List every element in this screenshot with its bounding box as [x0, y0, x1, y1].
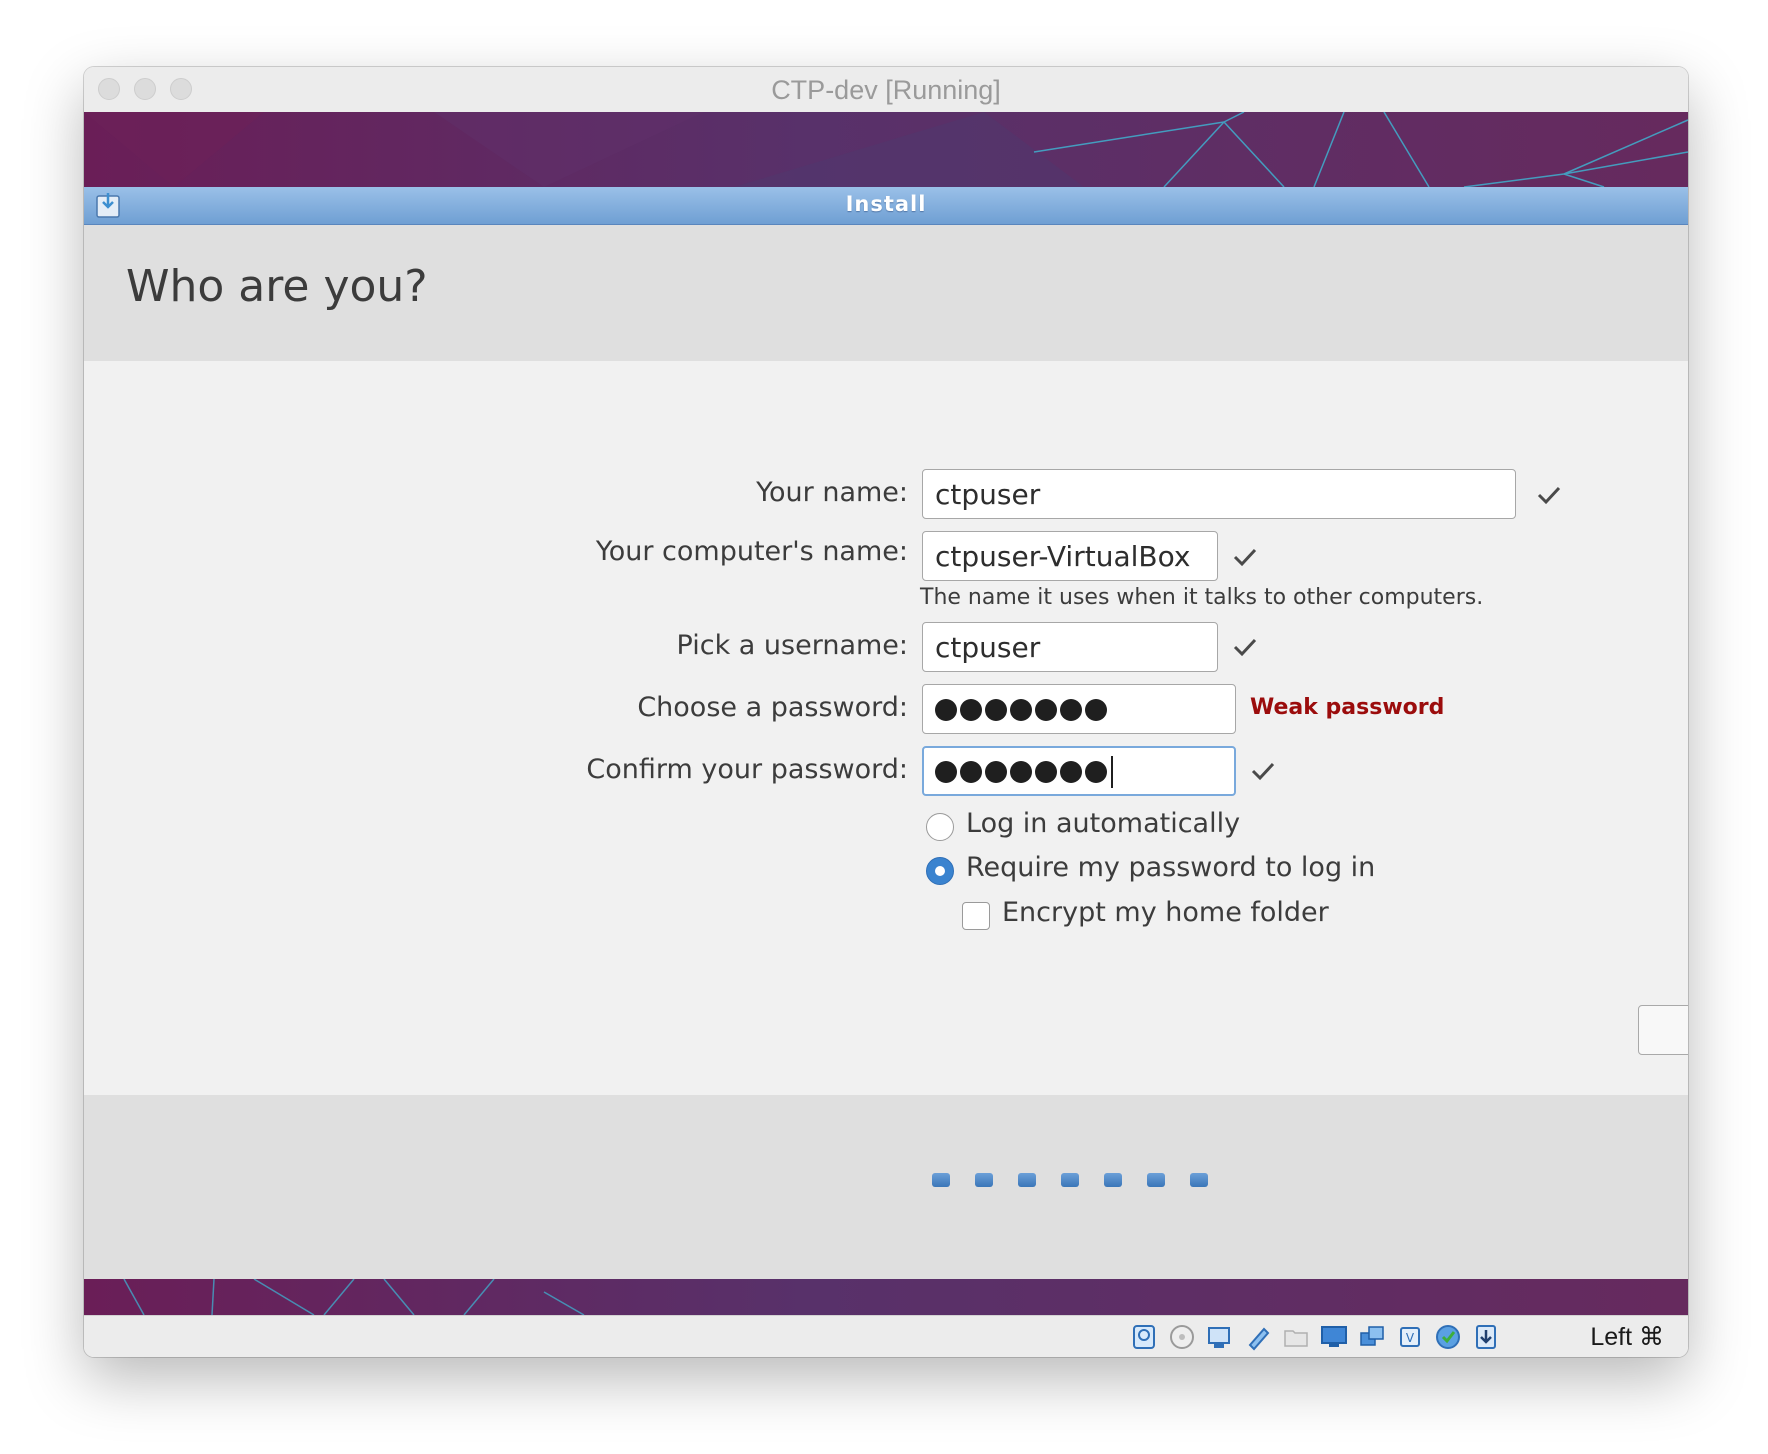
computer-name-label: Your computer's name: — [595, 536, 908, 567]
computer-name-field[interactable]: ctpuser-VirtualBox — [922, 531, 1218, 581]
step-indicator — [932, 1173, 950, 1187]
installer-footer — [84, 1095, 1688, 1279]
computer-name-check-icon — [1233, 548, 1257, 567]
your-name-label: Your name: — [756, 477, 908, 508]
require-password-radio[interactable] — [926, 857, 954, 885]
username-field[interactable]: ctpuser — [922, 622, 1218, 672]
step-indicator — [1018, 1173, 1036, 1187]
step-indicator — [975, 1173, 993, 1187]
login-automatically-radio[interactable] — [926, 813, 954, 841]
cpu-icon[interactable]: V — [1396, 1323, 1424, 1351]
password-strength: Weak password — [1250, 695, 1445, 720]
password-field[interactable] — [922, 684, 1236, 734]
page-header: Who are you? — [84, 225, 1688, 361]
encrypt-home-checkbox[interactable] — [962, 902, 990, 930]
window-titlebar[interactable]: CTP-dev [Running] — [84, 67, 1688, 113]
your-name-field[interactable]: ctpuser — [922, 469, 1516, 519]
username-check-icon — [1233, 638, 1257, 657]
step-indicator — [1147, 1173, 1165, 1187]
password-mask — [935, 696, 1110, 724]
confirm-password-check-icon — [1251, 762, 1275, 781]
confirm-password-label: Confirm your password: — [586, 754, 908, 785]
network-icon[interactable] — [1358, 1323, 1386, 1351]
vm-window: CTP-dev [Running] Install Who are you? Y… — [84, 67, 1688, 1357]
username-label: Pick a username: — [676, 630, 908, 661]
require-password-label[interactable]: Require my password to log in — [966, 852, 1375, 883]
login-automatically-label[interactable]: Log in automatically — [966, 808, 1240, 839]
confirm-password-field[interactable] — [922, 746, 1236, 796]
vm-display[interactable]: Install Who are you? Your name: ctpuser … — [84, 112, 1688, 1315]
window-title: CTP-dev [Running] — [771, 75, 1001, 105]
host-key-indicator: Left ⌘ — [1590, 1323, 1664, 1351]
video-capture-icon[interactable] — [1434, 1323, 1462, 1351]
mouse-integration-icon[interactable] — [1472, 1323, 1500, 1351]
confirm-password-mask — [935, 756, 1113, 788]
text-caret — [1111, 756, 1113, 788]
vm-statusbar: V Left ⌘ — [84, 1315, 1688, 1357]
your-name-check-icon — [1537, 486, 1561, 505]
encrypt-home-label[interactable]: Encrypt my home folder — [1002, 897, 1329, 928]
shared-folders-icon[interactable] — [1282, 1323, 1310, 1351]
audio-icon[interactable] — [1206, 1323, 1234, 1351]
continue-button[interactable] — [1638, 1005, 1688, 1055]
password-label: Choose a password: — [637, 692, 908, 723]
svg-text:V: V — [1406, 1331, 1415, 1345]
usb-icon[interactable] — [1244, 1323, 1272, 1351]
step-indicator — [1190, 1173, 1208, 1187]
install-dialog: Install Who are you? Your name: ctpuser … — [84, 187, 1688, 1279]
step-indicator — [1061, 1173, 1079, 1187]
install-titlebar[interactable]: Install — [84, 187, 1688, 225]
install-title: Install — [845, 192, 927, 216]
display-icon[interactable] — [1320, 1323, 1348, 1351]
computer-name-hint: The name it uses when it talks to other … — [920, 585, 1484, 610]
hard-disk-icon[interactable] — [1130, 1323, 1158, 1351]
step-indicator — [1104, 1173, 1122, 1187]
page-title: Who are you? — [126, 261, 428, 312]
optical-drive-icon[interactable] — [1168, 1323, 1196, 1351]
